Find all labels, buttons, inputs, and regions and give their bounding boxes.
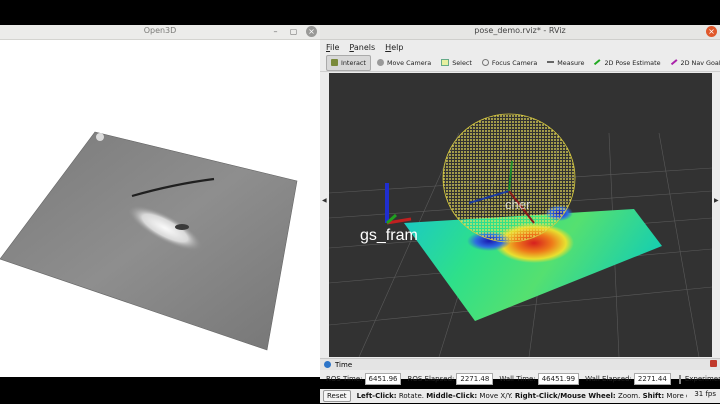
time-panel: ROS Time: 6451.96 ROS Elapsed: 2271.48 W… bbox=[320, 371, 720, 387]
nav-goal-arrow-icon bbox=[670, 59, 678, 66]
minimize-icon[interactable]: – bbox=[270, 26, 281, 37]
surface-dimple bbox=[175, 224, 189, 230]
open3d-window: Open3D – ▢ × bbox=[0, 25, 320, 377]
tool-select[interactable]: Select bbox=[437, 56, 476, 70]
wall-elapsed-label: Wall Elapsed: bbox=[585, 375, 632, 383]
tool-measure[interactable]: Measure bbox=[543, 56, 588, 70]
fps-counter: 31 fps bbox=[694, 390, 716, 398]
measure-icon bbox=[547, 60, 555, 65]
menu-panels[interactable]: Panels bbox=[349, 43, 375, 52]
left-panel-toggle-icon[interactable]: ◀ bbox=[322, 197, 327, 204]
sphere-pointcloud bbox=[442, 113, 576, 243]
tool-bar: Interact Move Camera Select Focus Camera… bbox=[320, 54, 720, 72]
experimental-label: Experimental bbox=[684, 375, 720, 383]
frame-label-main: gs_fram bbox=[360, 227, 418, 244]
maximize-icon[interactable]: ▢ bbox=[288, 26, 299, 37]
close-panel-icon[interactable] bbox=[710, 360, 717, 367]
tool-2d-nav-goal[interactable]: 2D Nav Goal bbox=[667, 56, 720, 70]
ros-time-label: ROS Time: bbox=[326, 375, 363, 383]
desktop-top-bar bbox=[0, 0, 720, 25]
height-map-surface bbox=[0, 131, 298, 351]
rviz-title: pose_demo.rviz* - RViz bbox=[474, 26, 566, 35]
status-bar: Reset Left-Click: Rotate. Middle-Click: … bbox=[320, 389, 720, 403]
select-icon bbox=[441, 59, 450, 66]
rviz-titlebar: pose_demo.rviz* - RViz × bbox=[320, 25, 720, 40]
experimental-checkbox[interactable] bbox=[678, 374, 681, 384]
time-panel-title: Time bbox=[335, 360, 353, 369]
open3d-titlebar: Open3D – ▢ × bbox=[0, 25, 320, 40]
menu-bar: File Panels Help bbox=[320, 40, 720, 54]
tool-focus-camera[interactable]: Focus Camera bbox=[478, 56, 541, 70]
right-panel-toggle-icon[interactable]: ▶ bbox=[714, 197, 719, 204]
close-icon[interactable]: × bbox=[706, 26, 717, 37]
tool-move-camera[interactable]: Move Camera bbox=[373, 56, 435, 70]
frame-label-secondary: cher bbox=[505, 197, 531, 212]
clock-icon bbox=[324, 361, 331, 368]
reset-button[interactable]: Reset bbox=[323, 390, 351, 402]
tool-interact[interactable]: Interact bbox=[326, 54, 371, 71]
rviz-window: pose_demo.rviz* - RViz × File Panels Hel… bbox=[320, 25, 720, 403]
focus-camera-icon bbox=[481, 59, 489, 66]
ros-time-field[interactable]: 6451.96 bbox=[364, 373, 402, 385]
tool-2d-pose-estimate[interactable]: 2D Pose Estimate bbox=[590, 56, 664, 70]
menu-help[interactable]: Help bbox=[385, 43, 403, 52]
time-panel-header: Time bbox=[320, 358, 720, 370]
rviz-3d-viewport[interactable]: gs_fram cher bbox=[329, 73, 712, 357]
ros-elapsed-field[interactable]: 2271.48 bbox=[456, 373, 494, 385]
status-hint: Left-Click: Rotate. Middle-Click: Move X… bbox=[356, 392, 687, 400]
close-icon[interactable]: × bbox=[306, 26, 317, 37]
ros-elapsed-label: ROS Elapsed: bbox=[407, 375, 455, 383]
move-camera-icon bbox=[376, 59, 384, 66]
wall-elapsed-field[interactable]: 2271.44 bbox=[633, 373, 671, 385]
wall-time-field[interactable]: 46451.99 bbox=[537, 373, 580, 385]
corner-bump bbox=[96, 133, 104, 141]
menu-file[interactable]: File bbox=[326, 43, 339, 52]
pose-estimate-arrow-icon bbox=[594, 59, 602, 66]
open3d-3d-view[interactable] bbox=[0, 40, 320, 377]
interact-icon bbox=[331, 59, 338, 66]
wall-time-label: Wall Time: bbox=[499, 375, 536, 383]
